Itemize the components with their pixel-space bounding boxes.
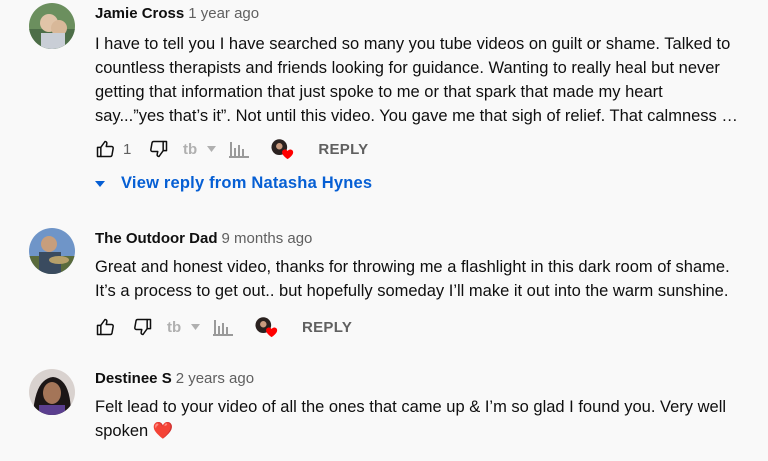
author-name[interactable]: Jamie Cross [95, 5, 184, 22]
caret-down-icon [95, 180, 105, 187]
avatar[interactable] [29, 228, 75, 274]
comment-header: Jamie Cross 1 year ago [95, 4, 748, 24]
timestamp[interactable]: 2 years ago [176, 370, 254, 387]
svg-text:tb: tb [183, 141, 197, 158]
comment-header: The Outdoor Dad 9 months ago [95, 229, 748, 249]
like-count: 1 [123, 140, 132, 158]
avatar[interactable] [29, 3, 75, 49]
thumbs-down-icon[interactable] [133, 317, 153, 337]
comment-text-line: spoken ❤️ [95, 422, 174, 440]
reply-button[interactable]: REPLY [302, 319, 352, 336]
bar-chart-icon[interactable] [229, 140, 250, 158]
bar-chart-icon[interactable] [213, 318, 233, 336]
thumbs-up-icon[interactable] [95, 139, 115, 159]
author-name[interactable]: The Outdoor Dad [95, 230, 218, 247]
avatar[interactable] [29, 369, 75, 415]
comment-text-line: say...”yes that’s it”. Not until this vi… [95, 107, 738, 125]
creator-heart-icon [271, 138, 295, 160]
comment-text-line: Felt lead to your video of all the ones … [95, 398, 727, 416]
comment-text: Felt lead to your video of all the ones … [95, 395, 748, 443]
comment-text-line: I have to tell you I have searched so ma… [95, 35, 731, 53]
comment-text-line: countless therapists and friends looking… [95, 59, 720, 77]
svg-text:tb: tb [167, 319, 181, 336]
thumbs-down-icon[interactable] [149, 139, 169, 159]
comment-text-line: It’s a process to get out.. but hopefull… [95, 282, 729, 300]
comment-text: I have to tell you I have searched so ma… [95, 32, 748, 128]
author-name[interactable]: Destinee S [95, 370, 172, 387]
view-replies-label: View reply from Natasha Hynes [121, 174, 373, 192]
thumbs-up-icon[interactable] [95, 317, 115, 337]
reply-button[interactable]: REPLY [318, 141, 368, 158]
comment-text-line: getting that information that just spoke… [95, 83, 663, 101]
timestamp[interactable]: 1 year ago [188, 5, 259, 22]
tubebuddy-icon[interactable]: tb [183, 140, 219, 158]
view-replies-button[interactable]: View reply from Natasha Hynes [95, 174, 372, 193]
tubebuddy-icon[interactable]: tb [167, 318, 203, 336]
comment-toolbar: tb REPLY [95, 315, 352, 339]
timestamp[interactable]: 9 months ago [222, 230, 313, 247]
comment-text-line: Great and honest video, thanks for throw… [95, 258, 730, 276]
comment-header: Destinee S2 years ago [95, 369, 748, 389]
comment-toolbar: 1 tb REPLY [95, 137, 368, 161]
creator-heart-icon [255, 316, 279, 338]
comment-text: Great and honest video, thanks for throw… [95, 255, 748, 303]
